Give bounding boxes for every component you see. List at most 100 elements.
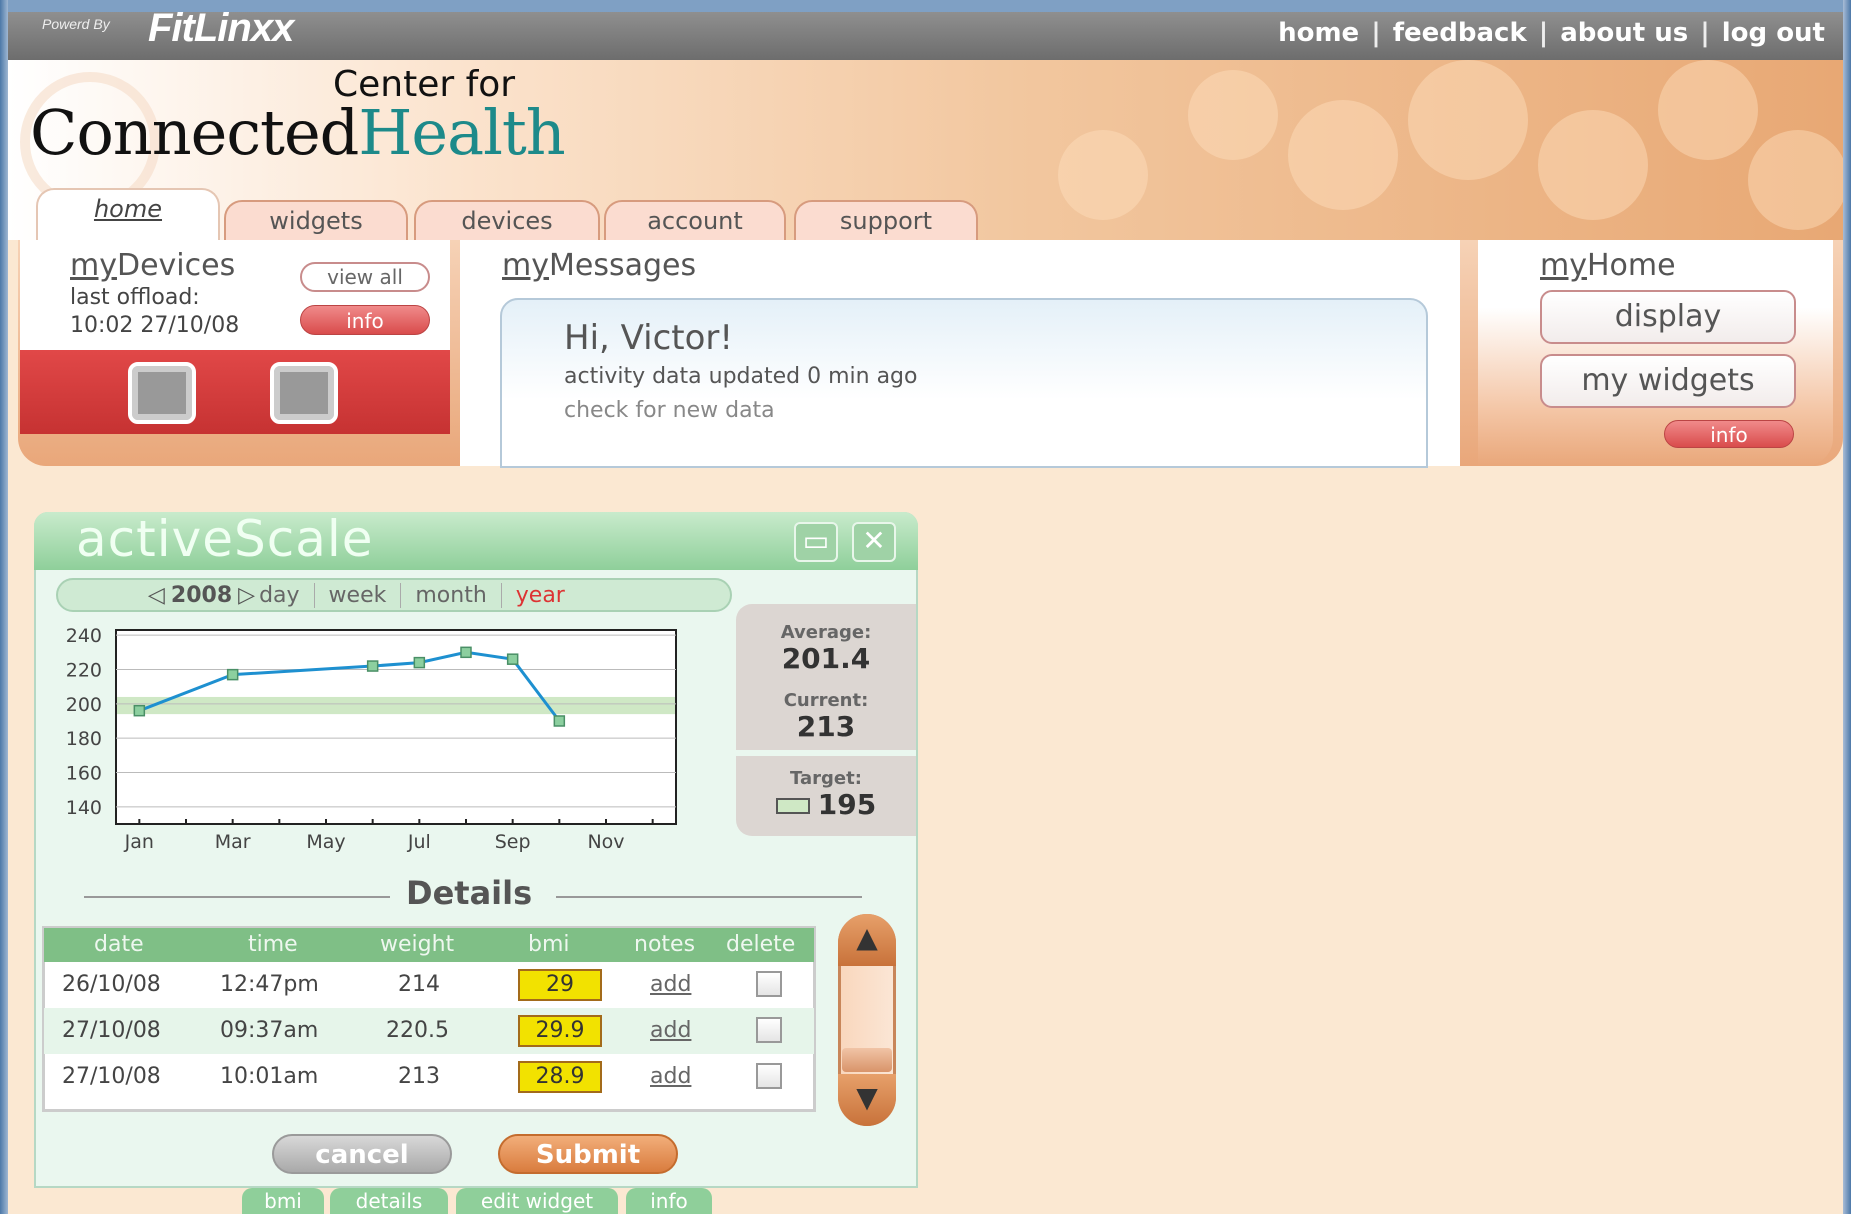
activity-status: activity data updated 0 min ago (564, 364, 918, 389)
tab-support[interactable]: support (794, 200, 978, 240)
year-selector: ◁ 2008 ▷ (148, 583, 255, 608)
tab-widget-info[interactable]: info (626, 1188, 712, 1214)
details-title: Details (406, 874, 533, 912)
delete-checkbox[interactable] (756, 971, 782, 997)
tab-home[interactable]: home (36, 188, 220, 242)
minimize-icon[interactable]: ▭ (794, 522, 838, 562)
scale-device-icon[interactable] (270, 362, 338, 424)
header-bubble (1058, 130, 1148, 220)
display-button[interactable]: display (1540, 290, 1796, 344)
my-home-title: myHome (1540, 248, 1676, 283)
last-offload-label: last offload: (70, 285, 200, 310)
title-text: Home (1586, 248, 1676, 283)
target-value: 195 (817, 788, 877, 821)
add-note-link[interactable]: add (650, 1018, 691, 1043)
column-header-bmi: bmi (528, 932, 570, 957)
powered-by-label: Powerd By (42, 16, 110, 32)
my-messages-title: myMessages (502, 248, 696, 283)
x-tick-label: Jan (124, 831, 154, 853)
row-weight: 214 (398, 972, 440, 997)
row-date: 27/10/08 (62, 1018, 161, 1043)
top-link-home[interactable]: home (1278, 18, 1359, 48)
home-info-button[interactable]: info (1664, 420, 1794, 448)
prev-year-icon[interactable]: ◁ (148, 583, 165, 608)
check-new-data-link[interactable]: check for new data (564, 398, 775, 423)
tab-widgets[interactable]: widgets (224, 200, 408, 240)
top-link-feedback[interactable]: feedback (1393, 18, 1527, 48)
x-tick-label: Mar (215, 831, 251, 853)
scroll-up-icon[interactable]: ▲ (838, 914, 896, 966)
logo-connected-health: ConnectedHealth (30, 96, 566, 169)
logo-health: Health (358, 96, 565, 169)
period-week[interactable]: week (313, 582, 401, 608)
column-header-notes: notes (634, 932, 696, 957)
scroll-thumb[interactable] (842, 1048, 892, 1072)
my-widgets-button[interactable]: my widgets (1540, 354, 1796, 408)
cancel-button[interactable]: cancel (272, 1134, 452, 1174)
divider (556, 896, 862, 898)
period-day[interactable]: day (255, 583, 313, 608)
target-label: Target: (790, 768, 862, 789)
column-header-time: time (248, 932, 298, 957)
target-swatch-icon (775, 798, 810, 814)
row-time: 09:37am (220, 1018, 319, 1043)
period-month[interactable]: month (400, 582, 500, 608)
next-year-icon[interactable]: ▷ (238, 583, 255, 608)
period-year[interactable]: year (500, 582, 579, 608)
tab-devices[interactable]: devices (414, 200, 600, 240)
plot-area (115, 629, 677, 825)
y-tick-label: 200 (66, 694, 102, 716)
header-bubble (1538, 110, 1648, 220)
column-header-weight: weight (380, 932, 455, 957)
fitlinxx-logo: FitLinxx (148, 6, 294, 50)
x-tick-label: Nov (587, 831, 624, 853)
my-devices-title: myDevices (70, 248, 235, 283)
top-bar: Powerd By FitLinxx home | feedback | abo… (8, 0, 1843, 60)
target-value-row: 195 (736, 788, 916, 821)
scale-device-icon[interactable] (128, 362, 196, 424)
table-row: 26/10/08 12:47pm 214 29 add (44, 962, 814, 1008)
bmi-badge: 29.9 (518, 1015, 602, 1047)
delete-checkbox[interactable] (756, 1017, 782, 1043)
widget-title: activeScale (76, 510, 374, 568)
tab-bmi[interactable]: bmi (242, 1188, 324, 1214)
data-point (133, 704, 146, 717)
y-tick-label: 220 (66, 659, 102, 681)
delete-checkbox[interactable] (756, 1063, 782, 1089)
column-header-delete: delete (726, 932, 796, 957)
top-link-about-us[interactable]: about us (1560, 18, 1688, 48)
add-note-link[interactable]: add (650, 1064, 691, 1089)
weight-chart: 240 220 200 180 160 140 Jan Mar May Jul Sep Nov (66, 625, 677, 853)
y-tick-label: 160 (66, 762, 102, 784)
submit-button[interactable]: Submit (498, 1134, 678, 1174)
tab-account[interactable]: account (604, 200, 786, 240)
title-text: Devices (116, 248, 236, 283)
current-value: 213 (796, 710, 856, 743)
header-bubble (1658, 60, 1758, 160)
tab-details[interactable]: details (330, 1188, 448, 1214)
separator: | (1538, 18, 1549, 48)
add-note-link[interactable]: add (650, 972, 691, 997)
view-all-button[interactable]: view all (300, 262, 430, 292)
header-bubble (1288, 100, 1398, 210)
close-icon[interactable]: ✕ (852, 522, 896, 562)
header-bubble (1408, 60, 1528, 180)
bmi-badge: 29 (518, 969, 602, 1001)
tab-edit-widget[interactable]: edit widget (456, 1188, 618, 1214)
top-nav: home | feedback | about us | log out (1278, 18, 1825, 48)
last-offload-value: 10:02 27/10/08 (70, 313, 240, 338)
target-band (117, 696, 675, 715)
title-prefix: my (1540, 248, 1587, 283)
data-point (366, 660, 379, 672)
table-row: 27/10/08 09:37am 220.5 29.9 add (44, 1008, 814, 1054)
devices-info-button[interactable]: info (300, 305, 430, 335)
data-point (413, 656, 426, 669)
row-weight: 220.5 (386, 1018, 449, 1043)
row-time: 12:47pm (220, 972, 319, 997)
title-text: Messages (548, 248, 697, 283)
top-link-log-out[interactable]: log out (1722, 18, 1825, 48)
separator: | (1371, 18, 1381, 48)
row-date: 26/10/08 (62, 972, 161, 997)
title-prefix: my (70, 248, 117, 283)
header-bubble (1188, 70, 1278, 160)
